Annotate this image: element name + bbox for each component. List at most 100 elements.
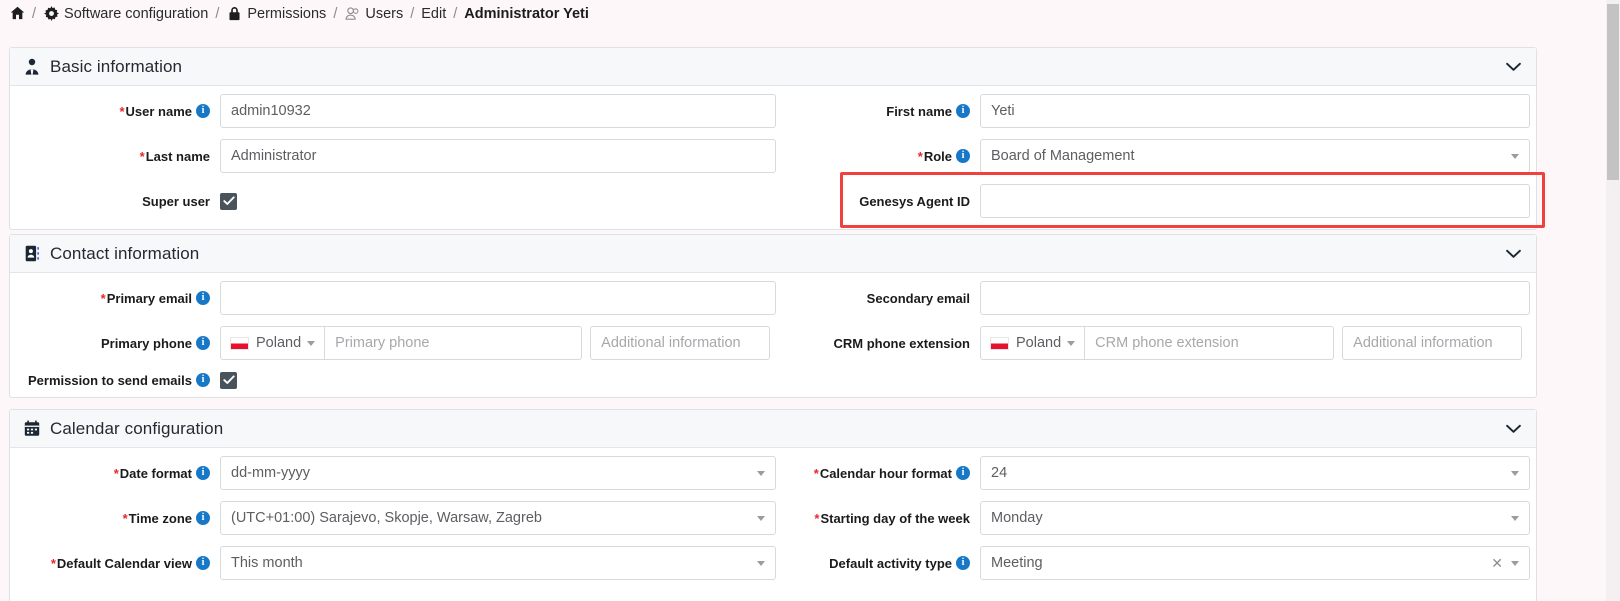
label-text: Date format <box>119 465 192 481</box>
info-icon[interactable]: i <box>196 291 210 305</box>
chevron-down-icon <box>1511 153 1519 159</box>
user-name-input[interactable]: admin10932 <box>220 94 776 128</box>
field-role: * Role i Board of Management <box>780 139 1538 173</box>
poland-flag-icon <box>990 336 1009 350</box>
info-icon[interactable]: i <box>956 104 970 118</box>
info-icon[interactable]: i <box>956 556 970 570</box>
primary-email-input[interactable] <box>220 281 776 315</box>
required-marker: * <box>119 103 125 119</box>
section-title: Contact information <box>50 243 200 263</box>
permission-to-send-emails-checkbox[interactable] <box>220 371 237 389</box>
secondary-email-input[interactable] <box>980 281 1530 315</box>
label-text: Default activity type <box>829 555 952 571</box>
select-end-adornments: ✕ <box>1483 555 1519 572</box>
calendar-hour-format-select[interactable]: 24 <box>980 456 1530 490</box>
crm-phone-country-select[interactable]: Poland <box>980 326 1085 360</box>
required-marker: * <box>122 510 128 526</box>
info-icon[interactable]: i <box>956 149 970 163</box>
primary-phone-additional-info-input[interactable]: Additional information <box>590 326 771 360</box>
field-default-activity-type: Default activity type i Meeting ✕ <box>780 546 1538 580</box>
section-calendar-configuration-header[interactable]: Calendar configuration <box>10 410 1536 448</box>
section-contact-information: Contact information * Primary email i Seco… <box>9 234 1537 398</box>
date-format-value: dd-mm-yyyy <box>231 465 310 481</box>
time-zone-select[interactable]: (UTC+01:00) Sarajevo, Skopje, Warsaw, Za… <box>220 501 776 535</box>
close-icon[interactable]: ✕ <box>1491 555 1503 572</box>
breadcrumb-item-users[interactable]: Users <box>344 6 403 22</box>
first-name-input[interactable]: Yeti <box>980 94 1530 128</box>
label-text: Genesys Agent ID <box>859 193 970 209</box>
field-date-format: * Date format i dd-mm-yyyy <box>10 456 780 490</box>
home-icon <box>9 6 25 22</box>
info-icon[interactable]: i <box>196 336 210 350</box>
genesys-agent-id-input[interactable] <box>980 184 1530 218</box>
crm-phone-additional-info-input[interactable]: Additional information <box>1342 326 1523 360</box>
info-icon[interactable]: i <box>196 556 210 570</box>
primary-phone-number-input[interactable]: Primary phone <box>324 326 583 360</box>
breadcrumb-separator: / <box>453 6 458 22</box>
field-user-name: * User name i admin10932 <box>10 94 780 128</box>
breadcrumb-label: Permissions <box>247 6 327 22</box>
role-select[interactable]: Board of Management <box>980 139 1530 173</box>
info-icon[interactable]: i <box>196 104 210 118</box>
field-label: CRM phone extension <box>780 326 970 360</box>
section-title: Calendar configuration <box>50 418 224 438</box>
section-contact-information-body: * Primary email i Secondary email Primary … <box>10 273 1536 398</box>
breadcrumb-item-home[interactable] <box>9 6 25 22</box>
label-text: Primary phone <box>100 335 192 351</box>
primary-phone-country-select[interactable]: Poland <box>220 326 325 360</box>
users-icon <box>344 6 360 22</box>
field-label: Secondary email <box>780 281 970 315</box>
field-starting-day-of-the-week: * Starting day of the week Monday <box>780 501 1538 535</box>
default-activity-type-select[interactable]: Meeting ✕ <box>980 546 1530 580</box>
vertical-scrollbar-thumb[interactable] <box>1607 4 1619 180</box>
info-icon[interactable]: i <box>956 466 970 480</box>
field-secondary-email: Secondary email <box>780 281 1538 315</box>
field-label: Super user <box>10 184 210 218</box>
breadcrumb-item-software-configuration[interactable]: Software configuration <box>43 6 208 22</box>
chevron-down-icon <box>757 560 765 566</box>
label-text: Primary email <box>106 290 192 306</box>
super-user-checkbox[interactable] <box>220 192 237 210</box>
field-label: Default activity type i <box>780 546 970 580</box>
breadcrumb-item-edit[interactable]: Edit <box>421 6 446 22</box>
label-text: Calendar hour format <box>819 465 952 481</box>
section-basic-information-header[interactable]: Basic information <box>10 48 1536 86</box>
label-text: Time zone <box>128 510 192 526</box>
crm-phone-extension-input[interactable]: CRM phone extension <box>1084 326 1335 360</box>
chevron-down-icon[interactable] <box>1504 420 1522 438</box>
breadcrumb-item-permissions[interactable]: Permissions <box>226 6 326 22</box>
field-label: Permission to send emails i <box>10 366 210 394</box>
info-icon[interactable]: i <box>196 466 210 480</box>
field-super-user: Super user <box>10 184 780 218</box>
field-label: * Last name <box>10 139 210 173</box>
label-text: Default Calendar view <box>56 555 192 571</box>
required-marker: * <box>50 555 56 571</box>
field-label: First name i <box>780 94 970 128</box>
section-basic-information: Basic information * User name i admin10932… <box>9 47 1537 230</box>
required-marker: * <box>113 465 119 481</box>
field-primary-phone: Primary phone i Poland Primary phone Addi… <box>10 326 780 360</box>
field-label: Genesys Agent ID <box>780 184 970 218</box>
chevron-down-icon[interactable] <box>1504 245 1522 263</box>
primary-phone-group: Poland Primary phone Additional informat… <box>220 326 771 360</box>
default-calendar-view-select[interactable]: This month <box>220 546 776 580</box>
label-text: Secondary email <box>866 290 970 306</box>
chevron-down-icon <box>1511 560 1519 566</box>
info-icon[interactable]: i <box>196 373 210 387</box>
field-label: * Primary email i <box>10 281 210 315</box>
field-label: * Role i <box>780 139 970 173</box>
label-text: Last name <box>145 148 210 164</box>
breadcrumb-label: Users <box>365 6 404 22</box>
breadcrumb-label: Administrator Yeti <box>464 6 589 22</box>
default-activity-type-value: Meeting <box>991 555 1043 571</box>
default-calendar-view-value: This month <box>231 555 303 571</box>
chevron-down-icon[interactable] <box>1504 58 1522 76</box>
starting-day-select[interactable]: Monday <box>980 501 1530 535</box>
section-contact-information-header[interactable]: Contact information <box>10 235 1536 273</box>
label-text: CRM phone extension <box>833 335 970 351</box>
last-name-input[interactable]: Administrator <box>220 139 776 173</box>
vertical-scrollbar-track[interactable] <box>1606 0 1620 601</box>
country-name: Poland <box>1016 335 1062 351</box>
date-format-select[interactable]: dd-mm-yyyy <box>220 456 776 490</box>
info-icon[interactable]: i <box>196 511 210 525</box>
